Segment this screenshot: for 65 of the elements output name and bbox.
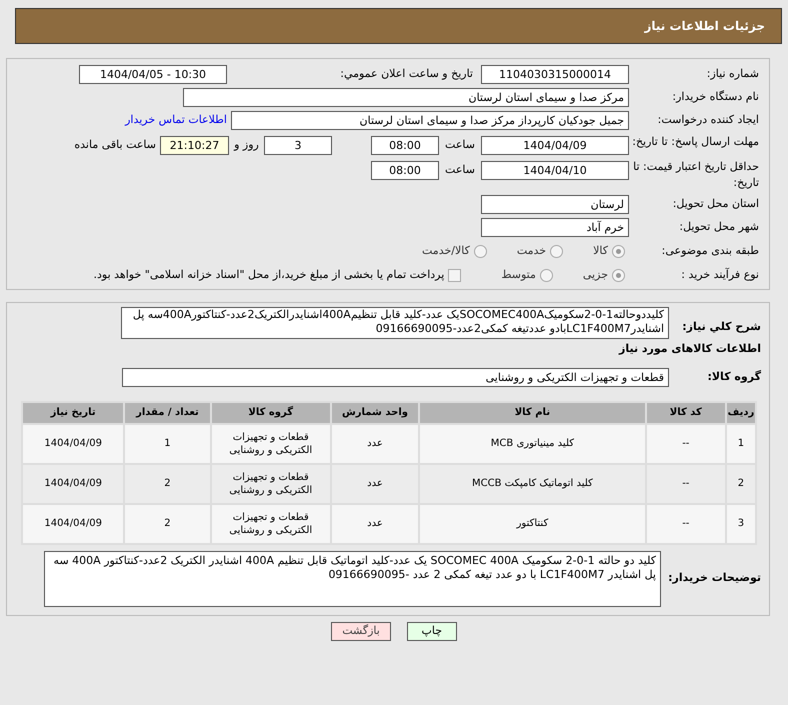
- field-label: نوع فرآیند خرید :: [680, 266, 759, 283]
- back-button[interactable]: بازگشت: [331, 622, 391, 640]
- field-label: ساعت باقی مانده: [74, 137, 156, 154]
- field-label: توضیحات خریدار:: [667, 570, 761, 586]
- field-label: روز و: [232, 137, 260, 154]
- checkbox[interactable]: [448, 268, 462, 282]
- table-cell: 1: [726, 424, 756, 464]
- text-field[interactable]: 1404/04/05 - 10:30: [79, 65, 227, 84]
- text-field[interactable]: جمیل جودکیان کارپرداز مرکز صدا و سیمای استان لرستان: [231, 111, 629, 130]
- field-label: گروه کالا:: [706, 368, 761, 385]
- column-header: گروه کالا: [210, 402, 331, 424]
- text-field[interactable]: خرم آباد: [481, 218, 629, 237]
- radio-button[interactable]: [474, 244, 487, 258]
- table-cell: 2: [726, 464, 756, 504]
- text-field[interactable]: 08:00: [371, 161, 439, 180]
- field-label: مهلت ارسال پاسخ: تا تاریخ:: [631, 134, 759, 150]
- radio-label: جزیی: [582, 266, 608, 283]
- column-header: تعداد / مقدار: [124, 402, 211, 424]
- notes-field[interactable]: کلید دو حالته 1-0-2 سکومیک SOCOMEC 400A یک عدد-کلید اتوماتیک قابل تنظیم 400A اشنایدر الکتریک 2عدد-کنتاکتور 400A سه پل اشنایدر LC1F400M7 با دو عدد تیغه کمکی 2 عدد -09166690095: [44, 550, 661, 606]
- field-label: تاریخ و ساعت اعلان عمومي:: [339, 66, 473, 82]
- table-cell: 1404/04/09: [22, 504, 124, 544]
- column-header: کد کالا: [646, 402, 726, 424]
- column-header: تاریخ نیاز: [22, 402, 124, 424]
- column-header: ردیف: [726, 402, 756, 424]
- text-field[interactable]: 3: [264, 136, 332, 155]
- radio-button[interactable]: [550, 244, 564, 258]
- radio-label: کالا: [593, 242, 608, 259]
- contact-link[interactable]: اطلاعات تماس خریدار: [125, 112, 227, 129]
- radio-label: کالا/خدمت: [422, 242, 470, 259]
- table-cell: کنتاکتور: [419, 504, 646, 544]
- radio-button[interactable]: [612, 244, 625, 258]
- text-field[interactable]: مرکز صدا و سیمای استان لرستان: [183, 88, 629, 107]
- print-button[interactable]: چاپ: [406, 622, 457, 640]
- text-field[interactable]: قطعات و تجهیزات الکتریکی و روشنایی: [122, 368, 669, 386]
- field-label: حداقل تاریخ اعتبار قیمت: تا تاریخ:: [632, 159, 759, 191]
- table-cell: عدد: [330, 504, 420, 544]
- field-label: ساعت: [444, 137, 476, 154]
- column-header: واحد شمارش: [330, 402, 420, 424]
- description-field[interactable]: کلیددوحالته1-0-2سکومیکSOCOMEC400Aیک عدد-کلید قابل تنظیم400Aاشنایدرالکتریک2عدد-کنتاکتور400Aسه پل اشنایدرLC1F400M7بادو عددتیغه کمکی2عدد-09166690095: [121, 307, 669, 339]
- radio-label: خدمت: [516, 242, 546, 259]
- field-label: نام دستگاه خریدار:: [671, 89, 759, 106]
- table-cell: 2: [124, 504, 211, 544]
- text-field[interactable]: 08:00: [371, 136, 439, 155]
- radio-button[interactable]: [540, 268, 553, 282]
- section-heading: اطلاعات کالاهای مورد نیاز: [618, 341, 762, 357]
- text-field[interactable]: لرستان: [481, 195, 629, 214]
- field-label: شماره نیاز:: [706, 66, 759, 82]
- field-label: استان محل تحویل:: [672, 196, 759, 212]
- field-label: طبقه بندی موضوعی:: [660, 242, 759, 259]
- field-label: ایجاد کننده درخواست:: [656, 112, 759, 128]
- table-cell: 3: [726, 504, 756, 544]
- text-field[interactable]: 1404/04/10: [481, 161, 629, 180]
- field-label: شرح کلي نیاز:: [681, 319, 761, 335]
- text-field[interactable]: 21:10:27: [160, 136, 229, 155]
- field-label: شهر محل تحویل:: [678, 219, 759, 236]
- column-header: نام کالا: [419, 402, 646, 424]
- text-field[interactable]: 1404/04/09: [481, 136, 629, 155]
- field-label: ساعت: [444, 162, 476, 178]
- page-title: جزئیات اطلاعات نیاز: [644, 18, 765, 35]
- table-cell: --: [646, 504, 726, 544]
- radio-label: متوسط: [501, 266, 536, 283]
- table-cell: قطعات و تجهیزات الکتریکی و روشنایی: [210, 504, 331, 544]
- radio-button[interactable]: [612, 268, 625, 282]
- text-field[interactable]: 1104030315000014: [481, 65, 629, 84]
- checkbox-label: پرداخت تمام یا بخشی از مبلغ خرید،از محل "اسناد خزانه اسلامی" خواهد بود.: [94, 266, 444, 283]
